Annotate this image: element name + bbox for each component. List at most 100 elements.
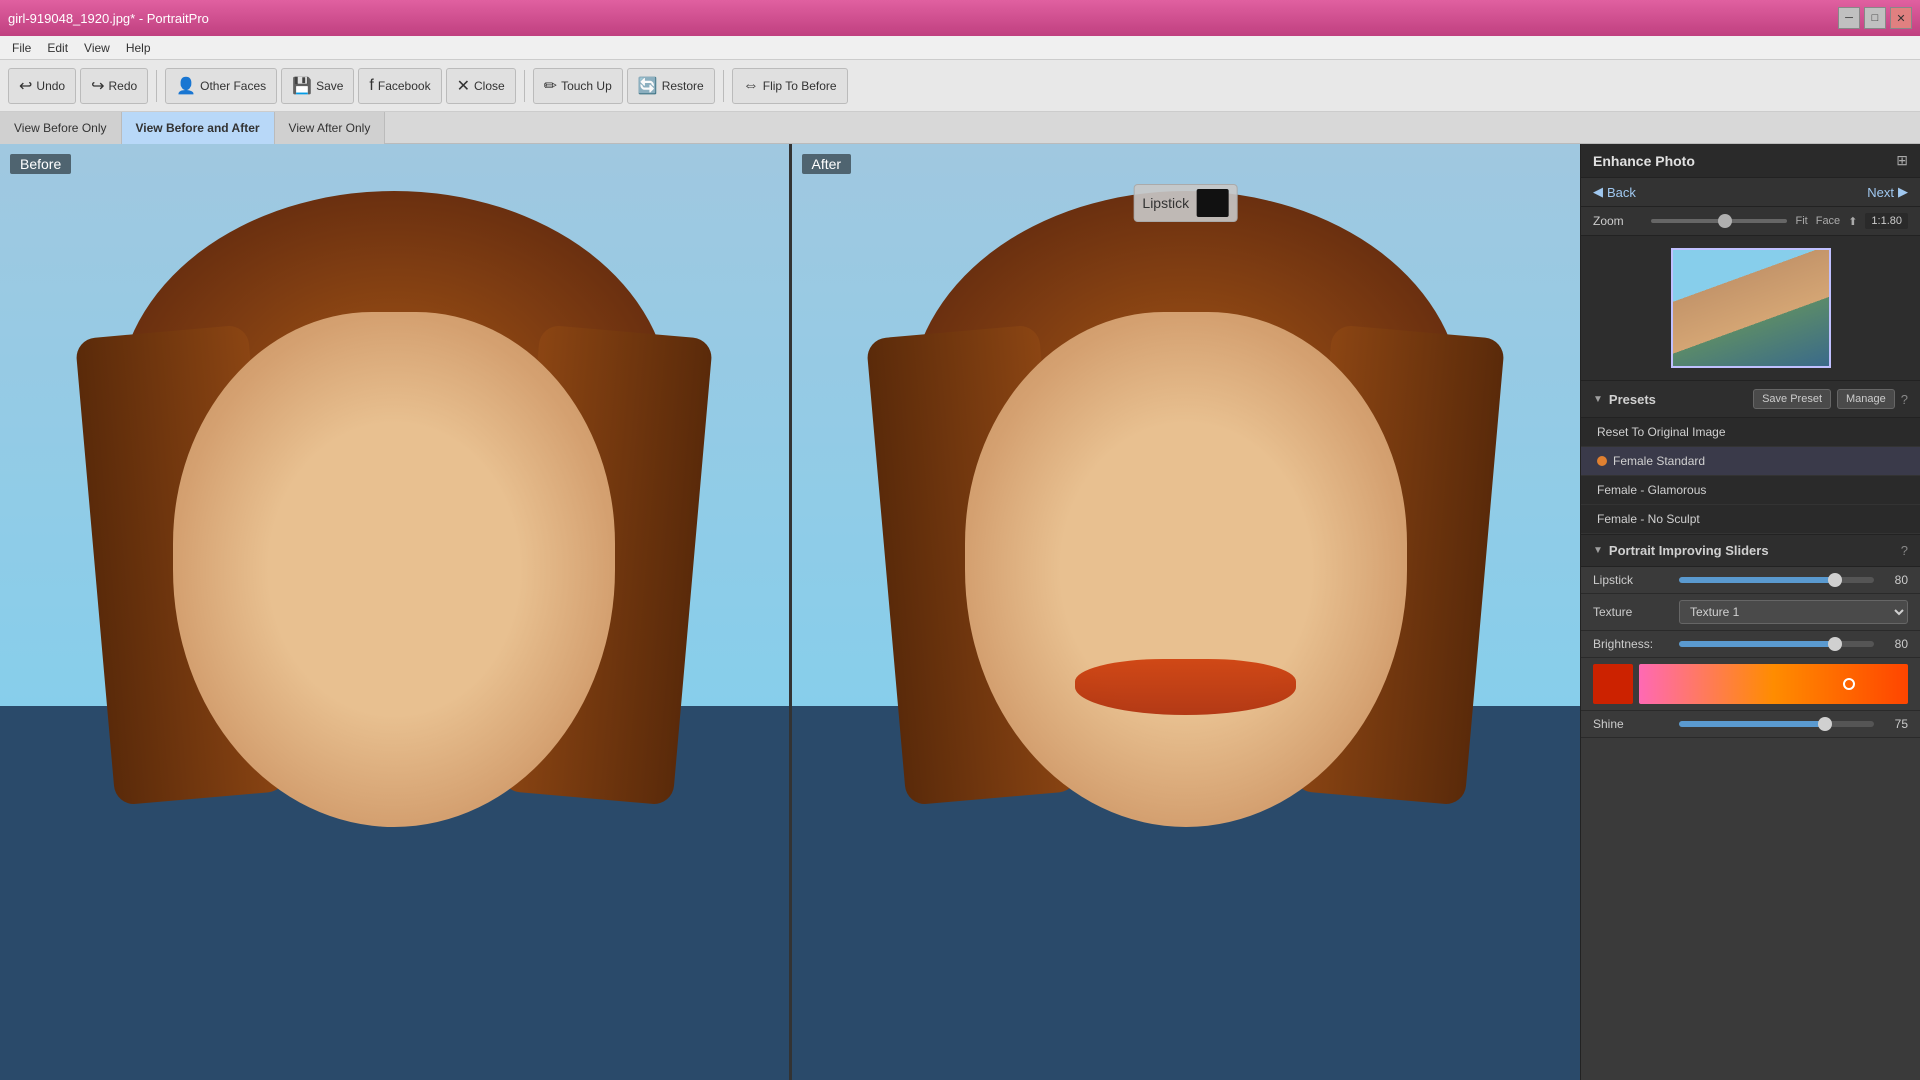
save-preset-button[interactable]: Save Preset [1753,389,1831,409]
undo-button[interactable]: ↩ Undo [8,68,76,104]
enhance-icon[interactable]: ⊞ [1896,152,1908,169]
preset-item-reset[interactable]: Reset To Original Image [1581,418,1920,447]
menu-bar: File Edit View Help [0,36,1920,60]
presets-section-header: ▼ Presets Save Preset Manage ? [1581,381,1920,418]
before-image [0,144,789,1080]
zoom-face-button[interactable]: Face [1816,215,1840,227]
texture-row: Texture Texture 1 Texture 2 Texture 3 [1581,594,1920,631]
restore-label: Restore [662,79,704,93]
lipstick-slider-label: Lipstick [1593,573,1673,587]
zoom-ratio-value: 1:1.80 [1865,213,1908,229]
enhance-photo-title: Enhance Photo [1593,153,1695,169]
thumbnail-area [1581,236,1920,381]
color-cursor[interactable] [1843,678,1855,690]
menu-file[interactable]: File [4,39,39,57]
zoom-fit-button[interactable]: Fit [1795,215,1807,227]
lipstick-effect [1075,659,1296,715]
minimize-button[interactable]: ─ [1838,7,1860,29]
toolbar-separator-2 [524,70,525,102]
menu-help[interactable]: Help [118,39,159,57]
presets-list: Reset To Original Image Female Standard … [1581,418,1920,535]
after-panel: After Lipstick [789,144,1581,1080]
manage-button[interactable]: Manage [1837,389,1895,409]
other-faces-icon: 👤 [176,76,196,96]
presets-title: Presets [1609,392,1747,407]
view-bar: View Before Only View Before and After V… [0,112,1920,144]
other-faces-label: Other Faces [200,79,266,93]
redo-label: Redo [109,79,138,93]
next-arrow-icon: ▶ [1898,184,1908,200]
texture-select[interactable]: Texture 1 Texture 2 Texture 3 [1679,600,1908,624]
flip-to-before-button[interactable]: ⇔ Flip To Before [732,68,848,104]
facebook-button[interactable]: f Facebook [358,68,441,104]
before-panel: Before [0,144,789,1080]
brightness-slider-row: Brightness: 80 [1581,631,1920,658]
after-image [792,144,1581,1080]
other-faces-button[interactable]: 👤 Other Faces [165,68,277,104]
view-before-and-after-button[interactable]: View Before and After [122,112,275,144]
redo-icon: ↪ [91,76,104,96]
close-button[interactable]: ✕ Close [446,68,516,104]
zoom-slider[interactable] [1651,219,1787,223]
save-label: Save [316,79,343,93]
menu-edit[interactable]: Edit [39,39,76,57]
back-arrow-icon: ◀ [1593,184,1603,200]
undo-icon: ↩ [19,76,32,96]
shine-slider-value: 75 [1880,717,1908,731]
save-button[interactable]: 💾 Save [281,68,354,104]
brightness-slider-track[interactable] [1679,641,1874,647]
sliders-help-icon[interactable]: ? [1901,543,1908,558]
preset-item-female-standard[interactable]: Female Standard [1581,447,1920,476]
brightness-slider-fill [1679,641,1835,647]
redo-button[interactable]: ↪ Redo [80,68,148,104]
view-before-only-button[interactable]: View Before Only [0,112,122,144]
shine-slider-track[interactable] [1679,721,1874,727]
next-button[interactable]: Next ▶ [1867,184,1908,200]
preset-female-standard-label: Female Standard [1613,454,1705,468]
next-label: Next [1867,185,1894,200]
lipstick-tooltip: Lipstick [1133,184,1238,222]
flip-to-before-label: Flip To Before [763,79,837,93]
save-icon: 💾 [292,76,312,96]
after-label: After [802,154,852,174]
lipstick-color-swatch [1197,189,1229,217]
preset-no-sculpt-label: Female - No Sculpt [1597,512,1700,526]
main-content: Before After Lipstick [0,144,1920,1080]
close-icon: ✕ [457,76,470,96]
restore-button[interactable]: 🔄 Restore [627,68,715,104]
presets-help-icon[interactable]: ? [1901,392,1908,407]
enhance-photo-header: Enhance Photo ⊞ [1581,144,1920,178]
brightness-slider-thumb[interactable] [1828,637,1842,651]
back-button[interactable]: ◀ Back [1593,184,1636,200]
color-picker-row [1581,658,1920,711]
shine-label: Shine [1593,717,1673,731]
color-gradient-picker[interactable] [1639,664,1908,704]
close-label: Close [474,79,505,93]
face-skin-after [965,312,1407,827]
window-title: girl-919048_1920.jpg* - PortraitPro [8,11,209,26]
lipstick-slider-track[interactable] [1679,577,1874,583]
preset-item-no-sculpt[interactable]: Female - No Sculpt [1581,505,1920,534]
view-after-only-button[interactable]: View After Only [275,112,386,144]
facebook-label: Facebook [378,79,431,93]
preset-item-glamorous[interactable]: Female - Glamorous [1581,476,1920,505]
lipstick-slider-value: 80 [1880,573,1908,587]
menu-view[interactable]: View [76,39,118,57]
lipstick-slider-row: Lipstick 80 [1581,567,1920,594]
preset-glamorous-label: Female - Glamorous [1597,483,1706,497]
touch-up-icon: ✏ [544,76,557,96]
shine-slider-thumb[interactable] [1818,717,1832,731]
touch-up-button[interactable]: ✏ Touch Up [533,68,623,104]
presets-collapse-icon[interactable]: ▼ [1593,394,1603,405]
lipstick-slider-thumb[interactable] [1828,573,1842,587]
maximize-button[interactable]: □ [1864,7,1886,29]
close-window-button[interactable]: ✕ [1890,7,1912,29]
back-label: Back [1607,185,1636,200]
toolbar-separator-1 [156,70,157,102]
lipstick-slider-fill [1679,577,1835,583]
color-swatch[interactable] [1593,664,1633,704]
sliders-collapse-icon[interactable]: ▼ [1593,545,1603,556]
shine-slider-fill [1679,721,1825,727]
navigation-row: ◀ Back Next ▶ [1581,178,1920,207]
texture-label: Texture [1593,605,1673,619]
